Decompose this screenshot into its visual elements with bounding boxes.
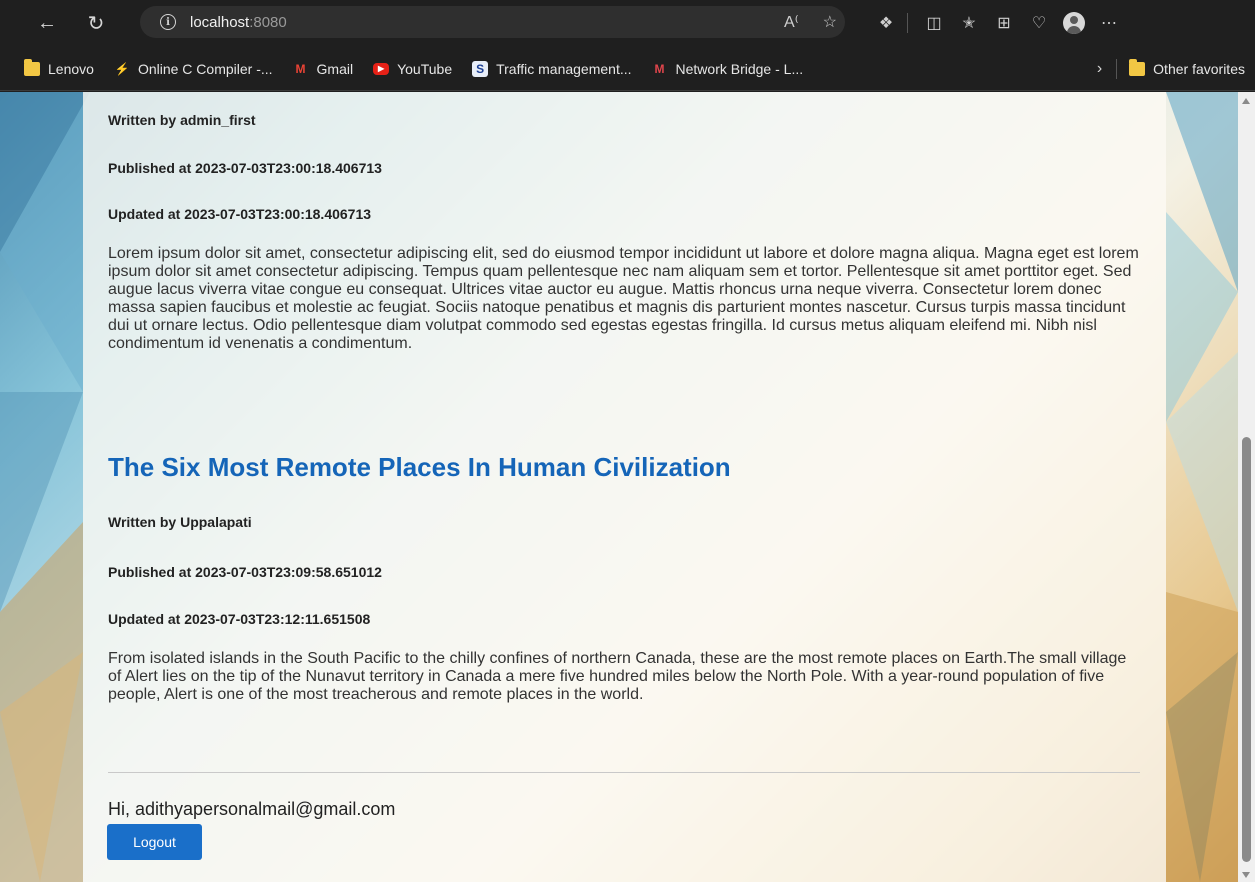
more-options-icon[interactable]: ⋯ (1093, 8, 1125, 38)
lightning-icon: ⚡ (114, 61, 130, 76)
address-bar[interactable]: i localhost:8080 A⁽ ☆ (140, 6, 845, 38)
refresh-icon[interactable]: ↻ (83, 10, 109, 36)
bookmark-other-favorites[interactable]: Other favorites (1129, 59, 1245, 77)
toolbar-separator (907, 13, 908, 33)
browser-titlebar: ← ↻ i localhost:8080 A⁽ ☆ ❖ ◫ ✭ ⊞ ♡ ⋯ (0, 0, 1255, 47)
post-published-date: Published at 2023-07-03T23:00:18.406713 (108, 160, 382, 176)
site-s-icon: S (472, 60, 489, 77)
bookmark-network-bridge[interactable]: M Network Bridge - L... (652, 61, 804, 77)
back-arrow-icon[interactable]: ← (34, 10, 60, 36)
folder-icon (24, 58, 40, 77)
bookmark-traffic-management[interactable]: S Traffic management... (472, 60, 632, 77)
browser-essentials-icon[interactable]: ♡ (1023, 8, 1055, 38)
read-aloud-icon[interactable]: A⁽ (784, 12, 799, 32)
extensions-puzzle-icon[interactable]: ❖ (870, 8, 902, 38)
bookmark-label: Online C Compiler -... (137, 60, 273, 77)
scroll-down-arrow-icon[interactable] (1242, 872, 1250, 878)
bookmark-online-c-compiler[interactable]: ⚡ Online C Compiler -... (114, 60, 273, 77)
site-m-icon: M (654, 61, 665, 76)
bookmark-label: Network Bridge - L... (675, 60, 804, 77)
post-body: From isolated islands in the South Pacif… (108, 650, 1127, 703)
blog-content-panel: Written by admin_first Published at 2023… (83, 92, 1166, 882)
bookmark-gmail[interactable]: M Gmail (293, 61, 354, 77)
site-info-icon[interactable]: i (160, 14, 176, 30)
bookmark-label: YouTube (397, 60, 453, 77)
collections-icon[interactable]: ⊞ (988, 8, 1020, 38)
post-updated-date: Updated at 2023-07-03T23:12:11.651508 (108, 611, 371, 627)
split-screen-icon[interactable]: ◫ (918, 8, 950, 38)
bookmark-lenovo[interactable]: Lenovo (24, 58, 94, 77)
url-host: localhost (190, 13, 250, 31)
scrollbar-thumb[interactable] (1242, 437, 1251, 862)
bookmark-label: Lenovo (48, 60, 94, 77)
vertical-scrollbar[interactable] (1238, 92, 1255, 882)
logout-button[interactable]: Logout (107, 824, 202, 860)
url-text[interactable]: localhost:8080 (190, 14, 287, 31)
gmail-icon: M (295, 61, 306, 76)
url-port: :8080 (249, 13, 287, 31)
post-author: Written by admin_first (108, 112, 256, 128)
post-body: Lorem ipsum dolor sit amet, consectetur … (108, 245, 1139, 352)
profile-avatar-icon[interactable] (1058, 8, 1090, 38)
post-title[interactable]: The Six Most Remote Places In Human Civi… (108, 452, 731, 483)
scroll-up-arrow-icon[interactable] (1242, 98, 1250, 104)
bookmarks-bar: Lenovo ⚡ Online C Compiler -... M Gmail … (0, 47, 1255, 91)
avatar (1063, 12, 1085, 34)
youtube-icon: ▶ (373, 62, 390, 75)
page-viewport: Written by admin_first Published at 2023… (0, 92, 1238, 882)
favorite-star-icon[interactable]: ☆ (823, 12, 837, 32)
bookmarks-separator (1116, 59, 1118, 79)
bookmark-label: Traffic management... (496, 60, 632, 77)
post-updated-date: Updated at 2023-07-03T23:00:18.406713 (108, 206, 372, 222)
footer-divider (108, 772, 1140, 773)
bookmark-label: Gmail (316, 60, 354, 77)
favorites-icon[interactable]: ✭ (953, 8, 985, 38)
post-published-date: Published at 2023-07-03T23:09:58.651012 (108, 564, 382, 580)
chevron-right-icon[interactable]: › (1097, 60, 1102, 78)
bookmark-youtube[interactable]: ▶ YouTube (373, 61, 452, 77)
folder-icon (1129, 59, 1146, 77)
user-greeting: Hi, adithyapersonalmail@gmail.com (108, 799, 396, 819)
bookmark-label: Other favorites (1153, 61, 1245, 77)
post-author: Written by Uppalapati (108, 514, 252, 530)
